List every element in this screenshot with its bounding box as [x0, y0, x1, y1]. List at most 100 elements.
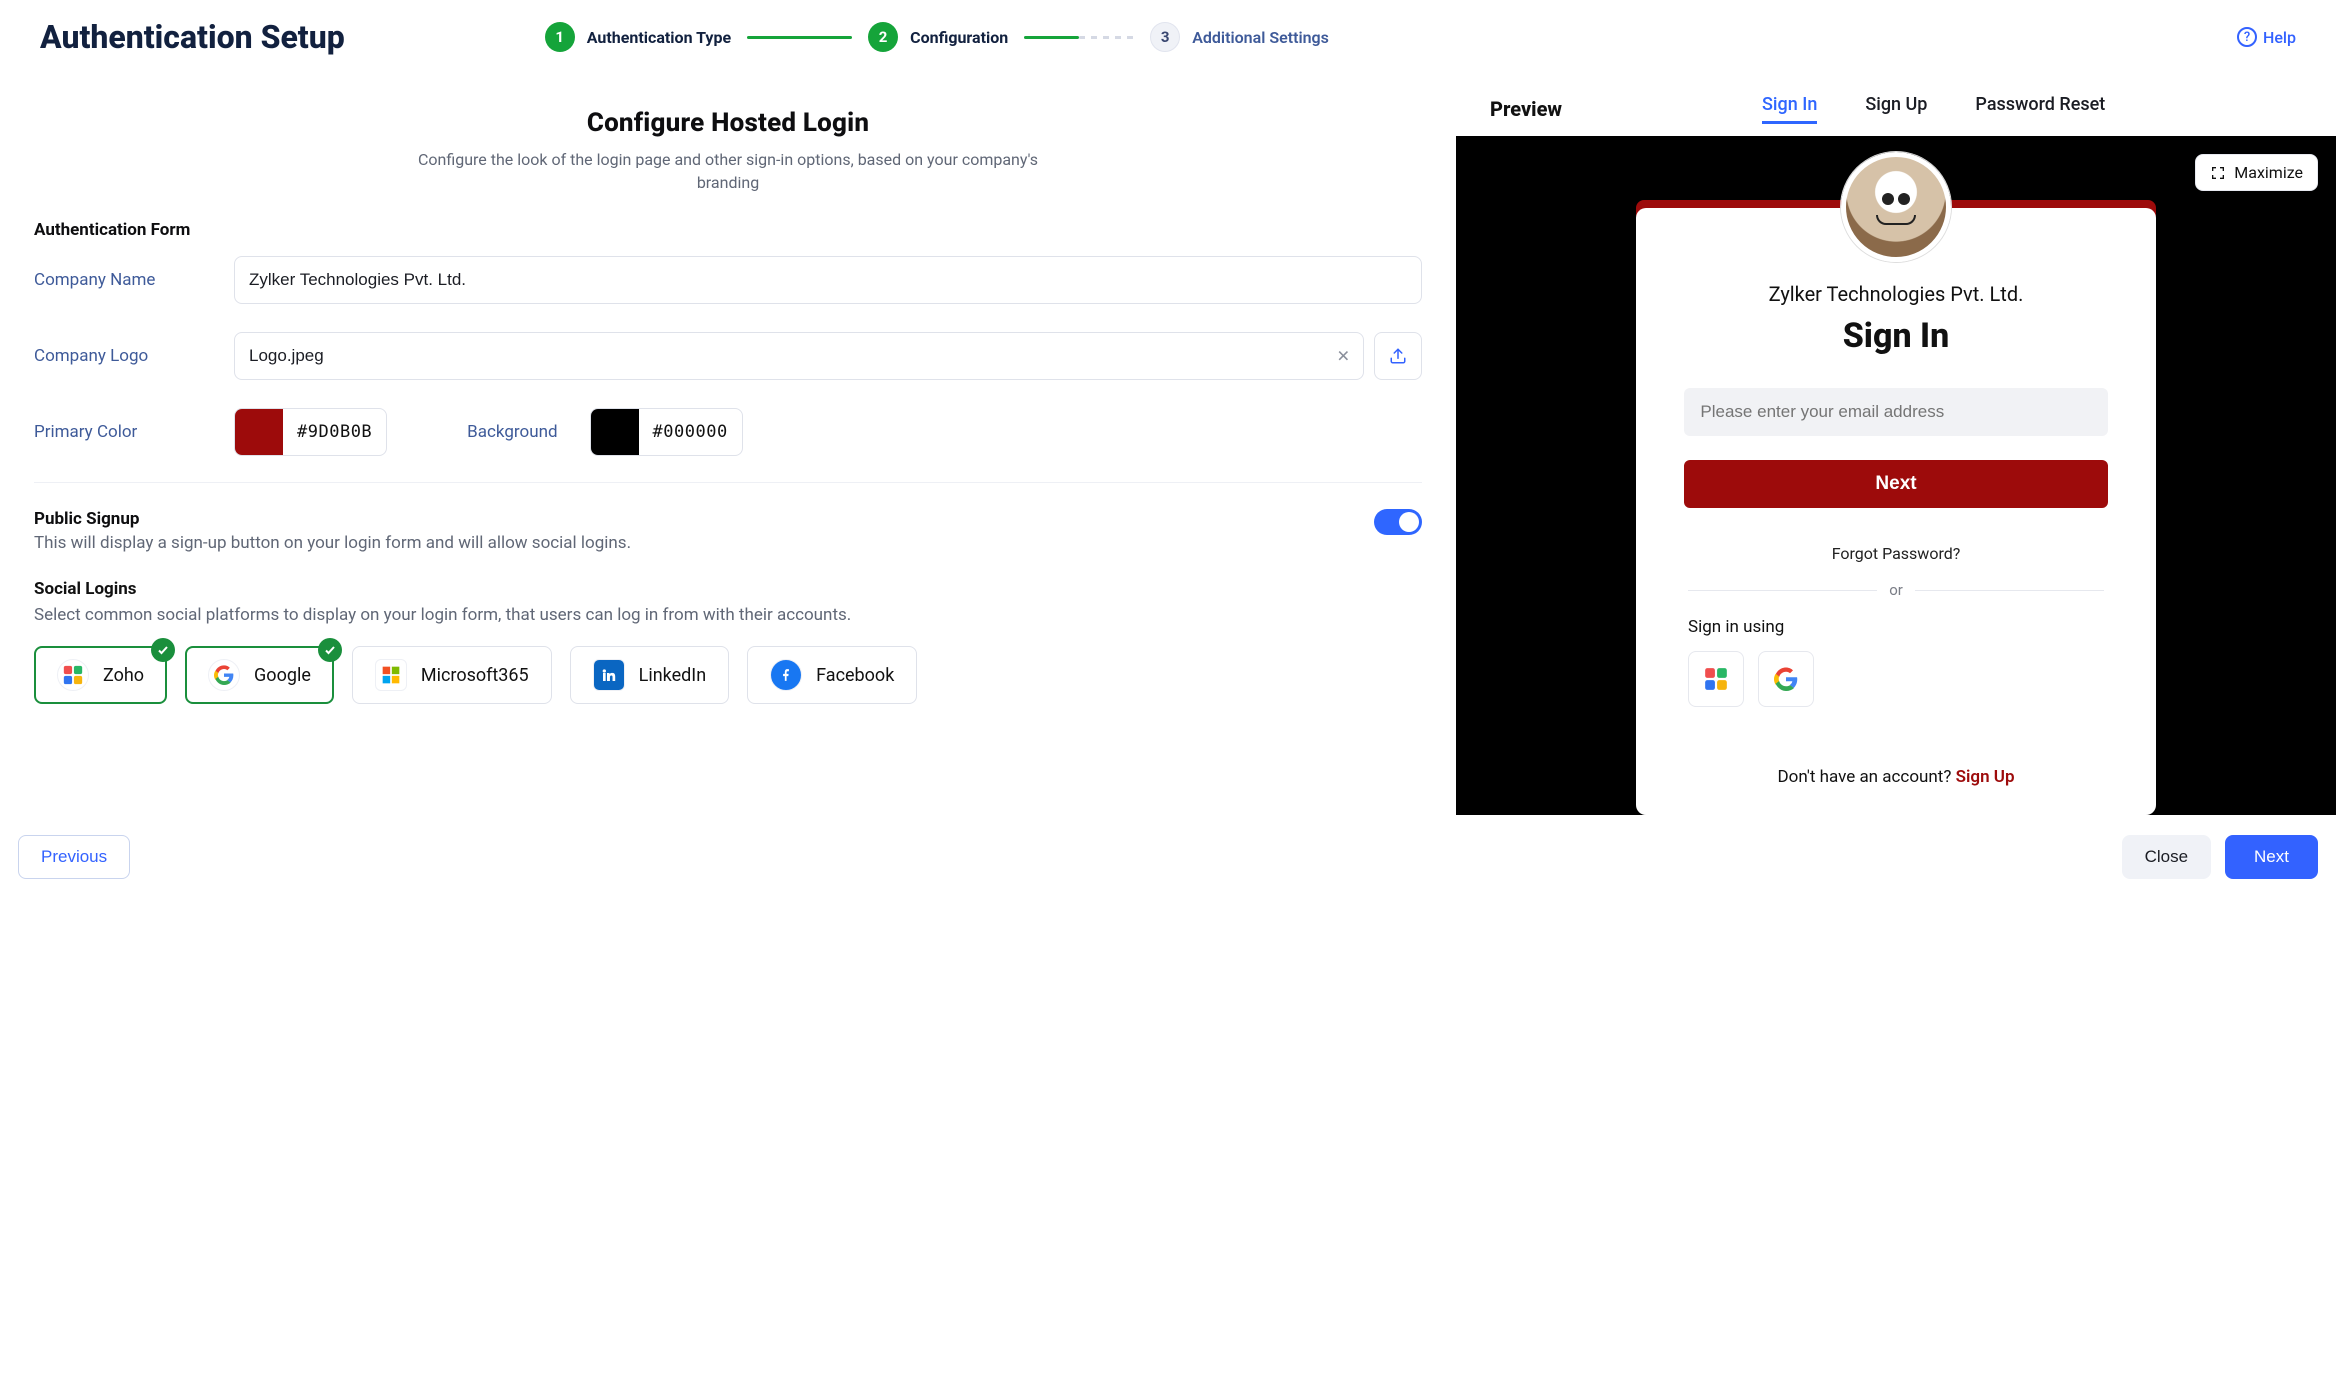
maximize-icon [2210, 165, 2226, 181]
footer-bar: Previous Close Next [0, 815, 2336, 899]
card-company-name: Zylker Technologies Pvt. Ltd. [1666, 282, 2126, 306]
zoho-icon [1703, 666, 1729, 692]
maximize-button[interactable]: Maximize [2195, 154, 2318, 191]
selected-badge [151, 638, 175, 662]
label-background: Background [467, 422, 557, 442]
preview-stage: Maximize Zylker Technologies Pvt. Ltd. S… [1456, 136, 2336, 815]
signup-cta: Don't have an account? Sign Up [1666, 767, 2126, 787]
maximize-label: Maximize [2234, 163, 2303, 182]
step-1-circle: 1 [545, 22, 575, 52]
background-color-picker[interactable]: #000000 [590, 408, 743, 456]
social-label: Facebook [816, 665, 894, 686]
help-icon: ? [2237, 27, 2257, 47]
header-bar: Authentication Setup 1 Authentication Ty… [0, 0, 2336, 80]
social-logins-title: Social Logins [34, 579, 1422, 599]
row-public-signup: Public Signup This will display a sign-u… [34, 509, 1422, 553]
previous-button[interactable]: Previous [18, 835, 130, 879]
preview-pane: Preview Sign In Sign Up Password Reset M… [1456, 80, 2336, 815]
selected-badge [318, 638, 342, 662]
row-company-name: Company Name [34, 256, 1422, 304]
google-icon [208, 659, 240, 691]
label-primary-color: Primary Color [34, 422, 234, 442]
upload-icon [1389, 347, 1407, 365]
tab-sign-up[interactable]: Sign Up [1865, 94, 1927, 124]
company-logo-input[interactable] [234, 332, 1364, 380]
preview-tabs: Sign In Sign Up Password Reset [1762, 94, 2105, 124]
preview-header: Preview Sign In Sign Up Password Reset [1456, 80, 2336, 136]
connector-2b [1079, 36, 1134, 39]
public-signup-title: Public Signup [34, 509, 631, 529]
primary-color-hex: #9D0B0B [283, 422, 386, 442]
tab-sign-in[interactable]: Sign In [1762, 94, 1817, 124]
config-panel: Configure Hosted Login Configure the loo… [0, 80, 1456, 815]
mini-socials [1688, 651, 2104, 707]
step-2-label: Configuration [910, 28, 1008, 47]
section-authentication-form: Authentication Form [34, 220, 1422, 240]
linkedin-icon [593, 659, 625, 691]
row-company-logo: Company Logo ✕ [34, 332, 1422, 380]
main-split: Configure Hosted Login Configure the loo… [0, 80, 2336, 815]
facebook-icon [770, 659, 802, 691]
wizard-steps: 1 Authentication Type 2 Configuration 3 … [545, 22, 1329, 52]
label-company-name: Company Name [34, 270, 234, 290]
step-additional-settings[interactable]: 3 Additional Settings [1150, 22, 1329, 52]
help-link[interactable]: ? Help [2237, 27, 2296, 47]
help-label: Help [2263, 28, 2296, 47]
google-icon [1774, 667, 1798, 691]
login-card: Zylker Technologies Pvt. Ltd. Sign In Ne… [1636, 208, 2156, 815]
background-color-hex: #000000 [639, 422, 742, 442]
public-signup-toggle[interactable] [1374, 509, 1422, 535]
primary-color-swatch [235, 408, 283, 456]
card-heading: Sign In [1666, 316, 2126, 356]
public-signup-desc: This will display a sign-up button on yo… [34, 533, 631, 553]
company-name-input[interactable] [234, 256, 1422, 304]
microsoft-icon [375, 659, 407, 691]
social-option-zoho[interactable]: Zoho [34, 646, 167, 704]
background-color-swatch [591, 408, 639, 456]
social-option-microsoft365[interactable]: Microsoft365 [352, 646, 552, 704]
mini-social-zoho[interactable] [1688, 651, 1744, 707]
cta-prefix: Don't have an account? [1777, 767, 1955, 787]
next-button[interactable]: Next [2225, 835, 2318, 879]
mini-social-google[interactable] [1758, 651, 1814, 707]
step-3-circle: 3 [1150, 22, 1180, 52]
forgot-password-link[interactable]: Forgot Password? [1666, 544, 2126, 563]
signup-link[interactable]: Sign Up [1956, 767, 2015, 787]
primary-color-picker[interactable]: #9D0B0B [234, 408, 387, 456]
social-label: Google [254, 665, 311, 686]
step-3-label: Additional Settings [1192, 28, 1329, 47]
social-option-google[interactable]: Google [185, 646, 334, 704]
login-card-wrap: Zylker Technologies Pvt. Ltd. Sign In Ne… [1636, 208, 2156, 815]
social-label: LinkedIn [639, 665, 707, 686]
divider-1 [34, 482, 1422, 483]
step-configuration[interactable]: 2 Configuration [868, 22, 1008, 52]
social-label: Zoho [103, 665, 144, 686]
step-1-label: Authentication Type [587, 28, 731, 47]
social-option-facebook[interactable]: Facebook [747, 646, 917, 704]
label-company-logo: Company Logo [34, 346, 234, 366]
social-label: Microsoft365 [421, 665, 529, 686]
connector-2a [1024, 36, 1079, 39]
connector-1 [747, 36, 852, 39]
config-title: Configure Hosted Login [34, 108, 1422, 138]
email-input[interactable] [1684, 388, 2107, 436]
signin-using-label: Sign in using [1688, 617, 2104, 637]
or-divider: or [1688, 581, 2104, 599]
page-title: Authentication Setup [40, 18, 345, 56]
preview-title: Preview [1490, 97, 1562, 121]
step-authentication-type[interactable]: 1 Authentication Type [545, 22, 731, 52]
upload-logo-button[interactable] [1374, 332, 1422, 380]
close-button[interactable]: Close [2122, 835, 2211, 879]
step-2-circle: 2 [868, 22, 898, 52]
tab-password-reset[interactable]: Password Reset [1975, 94, 2105, 124]
row-colors: Primary Color #9D0B0B Background #000000 [34, 408, 1422, 456]
social-logins-grid: Zoho Google Microsoft365 [34, 646, 1422, 704]
zoho-icon [57, 659, 89, 691]
social-logins-desc: Select common social platforms to displa… [34, 603, 1422, 628]
card-next-button[interactable]: Next [1684, 460, 2107, 508]
avatar [1841, 152, 1951, 262]
clear-logo-icon[interactable]: ✕ [1337, 347, 1350, 366]
social-option-linkedin[interactable]: LinkedIn [570, 646, 730, 704]
config-subtitle: Configure the look of the login page and… [388, 148, 1068, 194]
toggle-knob [1399, 512, 1419, 532]
